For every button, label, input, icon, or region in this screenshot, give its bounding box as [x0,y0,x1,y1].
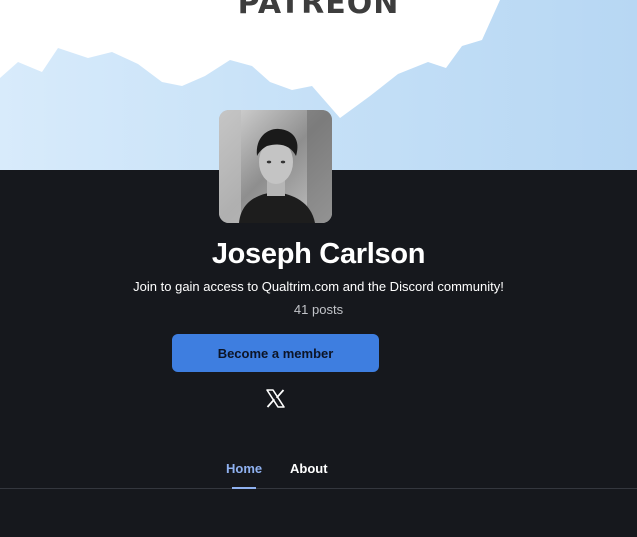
creator-avatar [219,110,332,223]
x-twitter-icon[interactable] [265,388,286,409]
banner-brand-text: PATREON [237,0,400,21]
creator-tagline: Join to gain access to Qualtrim.com and … [133,279,504,294]
creator-name: Joseph Carlson [211,238,426,270]
post-count: 41 posts [293,302,344,317]
tab-about[interactable]: About [290,461,328,476]
profile-tabs: Home About [0,452,637,489]
creator-page: PATREON Joseph Carlson Join to gain acce… [0,0,637,537]
become-member-button[interactable]: Become a member [172,334,379,372]
tab-home[interactable]: Home [226,461,262,489]
